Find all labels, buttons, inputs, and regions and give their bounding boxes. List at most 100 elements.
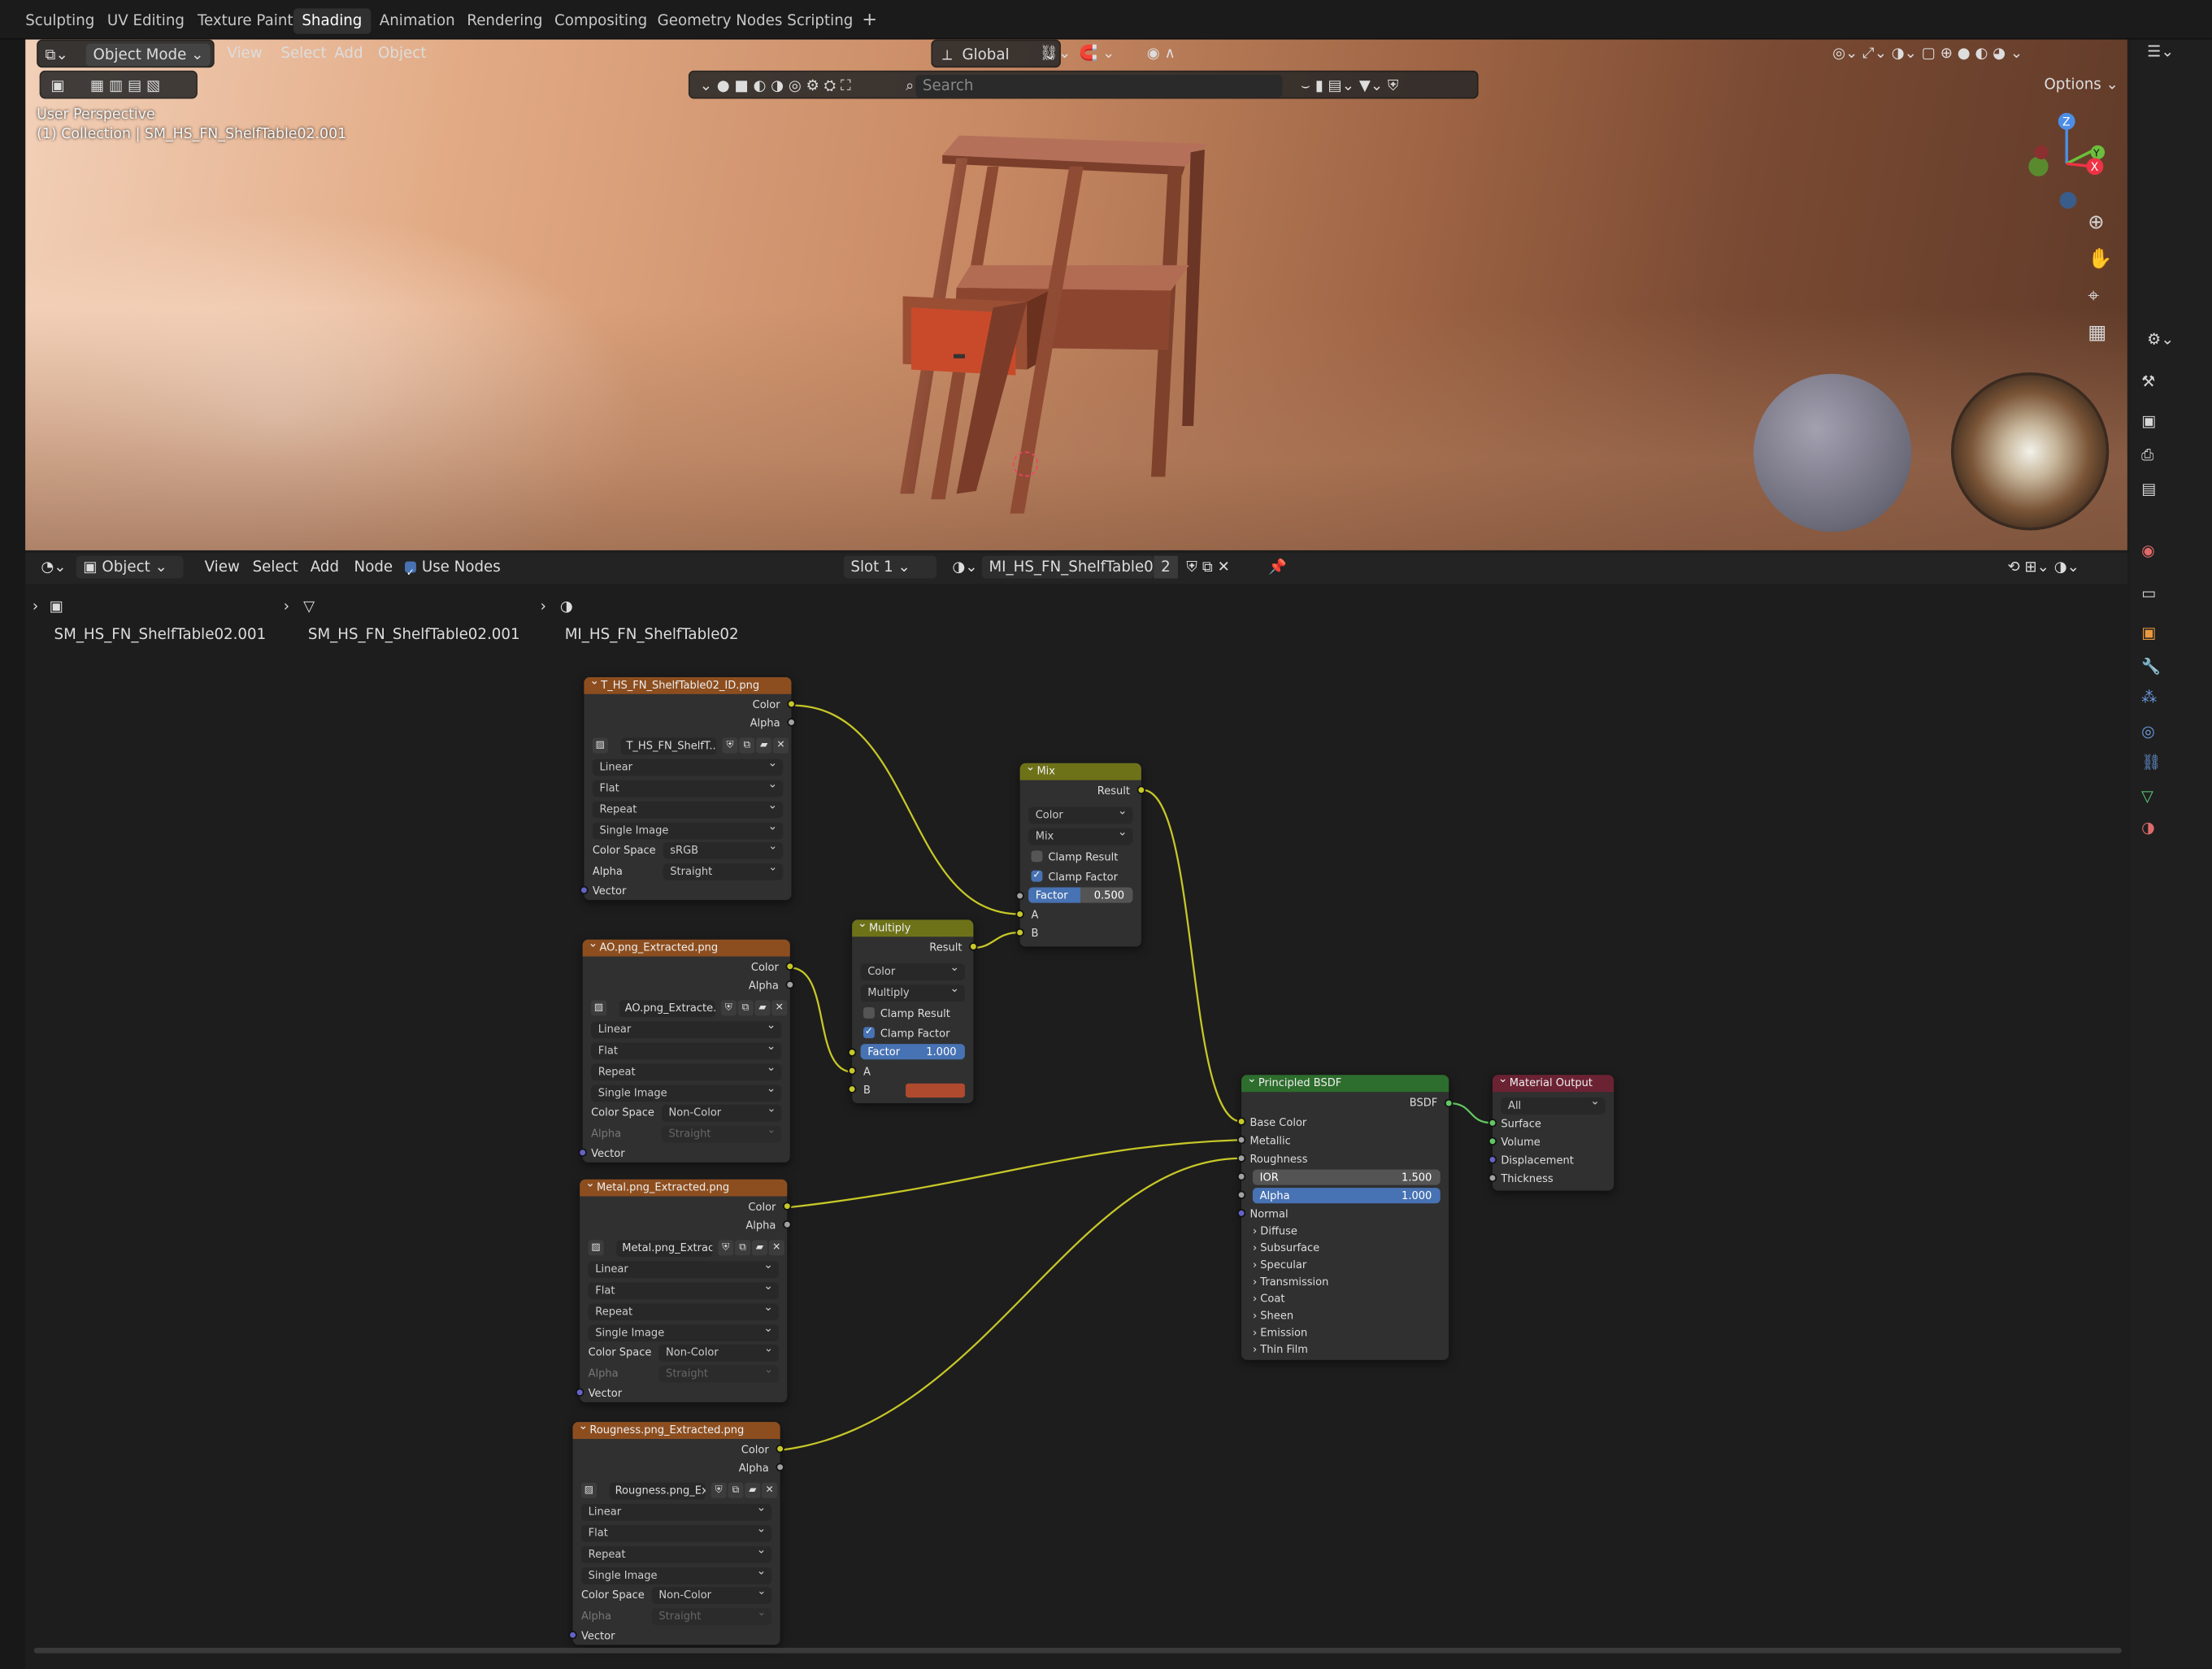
factor-field[interactable]: Factor 0.500 (1028, 887, 1133, 903)
color-space-dropdown[interactable]: Color Space Non-Color (591, 1101, 782, 1122)
image-texture-node-metal[interactable]: Metal.png_Extracted.png Color Alpha ▨Met… (576, 1176, 792, 1402)
socket-a-in[interactable] (1015, 910, 1024, 919)
collection-icon[interactable]: ▭ (2141, 584, 2156, 602)
material-output-node[interactable]: Material Output All Surface Volume Displ… (1488, 1071, 1614, 1191)
socket-roughness-in[interactable] (1236, 1154, 1246, 1163)
panel-thin-film[interactable]: › Thin Film (1253, 1341, 1308, 1357)
multiply-node[interactable]: Multiply Result Color Multiply Clamp Res… (847, 915, 978, 1104)
interpolation-dropdown[interactable]: Linear (592, 754, 784, 776)
clamp-result-toggle[interactable]: Clamp Result (863, 1006, 950, 1021)
extension-dropdown[interactable]: Repeat (592, 797, 784, 819)
panel-subsurface[interactable]: › Subsurface (1253, 1240, 1319, 1255)
socket-vector-in[interactable] (580, 885, 589, 895)
source-dropdown[interactable]: Single Image (592, 818, 784, 840)
node-header[interactable]: Mix (1019, 759, 1141, 780)
socket-alpha-out[interactable] (776, 1463, 784, 1471)
socket-volume-in[interactable] (1488, 1137, 1497, 1146)
socket-metallic-in[interactable] (1236, 1135, 1246, 1145)
socket-result-out[interactable] (969, 942, 978, 951)
blend-mode-dropdown[interactable]: Mix (1028, 824, 1133, 845)
socket-displacement-in[interactable] (1488, 1155, 1497, 1164)
socket-color-out[interactable] (783, 1202, 792, 1210)
image-texture-node-roughness[interactable]: Rougness.png_Extracted.png Color Alpha ▨… (568, 1418, 784, 1645)
panel-transmission[interactable]: › Transmission (1253, 1274, 1328, 1289)
view-layer-icon[interactable]: ▤ (2141, 480, 2156, 498)
projection-dropdown[interactable]: Flat (588, 1278, 779, 1300)
socket-alpha-out[interactable] (787, 718, 796, 727)
node-header[interactable]: Rougness.png_Extracted.png (572, 1418, 780, 1440)
socket-surface-in[interactable] (1488, 1119, 1497, 1128)
clamp-result-toggle[interactable]: Clamp Result (1031, 850, 1118, 865)
physics-icon[interactable]: ◎ (2141, 722, 2155, 741)
panel-sheen[interactable]: › Sheen (1253, 1308, 1293, 1323)
node-header[interactable]: AO.png_Extracted.png (582, 936, 790, 957)
socket-vector-in[interactable] (576, 1388, 585, 1397)
horizontal-scrollbar[interactable] (33, 1647, 2122, 1654)
data-type-dropdown[interactable]: Color (860, 959, 965, 981)
socket-vector-in[interactable] (568, 1631, 577, 1640)
panel-specular[interactable]: › Specular (1253, 1257, 1306, 1272)
output-icon[interactable]: ⎙ (2141, 446, 2153, 465)
render-icon[interactable]: ▣ (2141, 412, 2156, 431)
socket-factor-in[interactable] (1015, 891, 1024, 901)
node-header[interactable]: Principled BSDF (1241, 1071, 1449, 1093)
projection-dropdown[interactable]: Flat (580, 1521, 772, 1542)
alpha-mode-dropdown[interactable]: Alpha Straight (593, 859, 784, 880)
socket-b-in[interactable] (1015, 928, 1024, 937)
socket-bsdf-out[interactable] (1444, 1098, 1454, 1108)
socket-base-color-in[interactable] (1236, 1117, 1246, 1126)
socket-ior-in[interactable] (1236, 1172, 1246, 1181)
socket-alpha-in[interactable] (1236, 1190, 1246, 1200)
socket-factor-in[interactable] (847, 1048, 857, 1057)
image-texture-node-ao[interactable]: AO.png_Extracted.png Color Alpha ▨AO.png… (578, 936, 794, 1163)
extension-dropdown[interactable]: Repeat (591, 1059, 782, 1081)
clamp-factor-toggle[interactable]: Clamp Factor (1031, 867, 1118, 884)
node-header[interactable]: Material Output (1492, 1071, 1614, 1093)
interpolation-dropdown[interactable]: Linear (588, 1257, 779, 1279)
socket-result-out[interactable] (1136, 785, 1146, 794)
scene-icon[interactable]: ◉ (2141, 541, 2155, 560)
modifier-wrench-icon[interactable]: 🔧 (2141, 658, 2161, 676)
node-header[interactable]: Metal.png_Extracted.png (580, 1176, 788, 1197)
color-space-dropdown[interactable]: Color Space sRGB (593, 838, 784, 859)
outliner-icon[interactable]: ☰⌄ (2147, 42, 2174, 61)
object-icon[interactable]: ▣ (2141, 624, 2156, 642)
constraints-icon[interactable]: ⛓ (2141, 754, 2161, 772)
properties-editor-icon[interactable]: ⚙⌄ (2147, 330, 2174, 349)
extension-dropdown[interactable]: Repeat (588, 1299, 779, 1321)
material-icon[interactable]: ◑ (2141, 818, 2155, 837)
source-dropdown[interactable]: Single Image (591, 1080, 782, 1102)
panel-coat[interactable]: › Coat (1253, 1291, 1285, 1306)
ior-field[interactable]: IOR 1.500 (1252, 1169, 1441, 1185)
socket-vector-in[interactable] (578, 1148, 587, 1157)
mesh-data-icon[interactable]: ▽ (2141, 787, 2153, 806)
panel-diffuse[interactable]: › Diffuse (1253, 1223, 1297, 1239)
color-space-dropdown[interactable]: Color Space Non-Color (581, 1583, 772, 1605)
image-selector[interactable]: ▨Metal.png_Extrac...⛨⧉▰✕ (588, 1240, 784, 1258)
node-header[interactable]: Multiply (852, 915, 974, 937)
socket-alpha-out[interactable] (785, 980, 794, 989)
image-selector[interactable]: ▨ T_HS_FN_ShelfT... ⛨ ⧉ ▰ ✕ (592, 737, 789, 755)
source-dropdown[interactable]: Single Image (580, 1563, 772, 1584)
image-texture-node-id[interactable]: T_HS_FN_ShelfTable02_ID.png Color Alpha … (580, 673, 796, 901)
particles-icon[interactable]: ⁂ (2141, 689, 2157, 707)
tool-icon[interactable]: ⚒ (2141, 372, 2155, 391)
projection-dropdown[interactable]: Flat (592, 776, 784, 798)
data-type-dropdown[interactable]: Color (1028, 802, 1133, 824)
node-header[interactable]: T_HS_FN_ShelfTable02_ID.png (584, 673, 792, 694)
clamp-factor-toggle[interactable]: Clamp Factor (863, 1024, 950, 1041)
color-swatch-b[interactable] (906, 1083, 965, 1098)
principled-bsdf-node[interactable]: Principled BSDF BSDF Base Color Metallic… (1236, 1071, 1454, 1360)
mix-node[interactable]: Mix Result Color Mix Clamp Result Clamp … (1015, 759, 1146, 947)
panel-emission[interactable]: › Emission (1253, 1324, 1307, 1340)
socket-thickness-in[interactable] (1488, 1173, 1497, 1183)
color-space-dropdown[interactable]: Color Space Non-Color (589, 1341, 779, 1362)
socket-b-in[interactable] (847, 1084, 857, 1093)
factor-field[interactable]: Factor 1.000 (860, 1044, 965, 1060)
socket-color-out[interactable] (776, 1444, 784, 1454)
socket-normal-in[interactable] (1236, 1209, 1246, 1218)
socket-color-out[interactable] (787, 699, 796, 709)
extension-dropdown[interactable]: Repeat (580, 1542, 772, 1563)
image-selector[interactable]: ▨ AO.png_Extracte... ⛨ ⧉ ▰ ✕ (591, 1000, 788, 1018)
projection-dropdown[interactable]: Flat (591, 1038, 782, 1060)
